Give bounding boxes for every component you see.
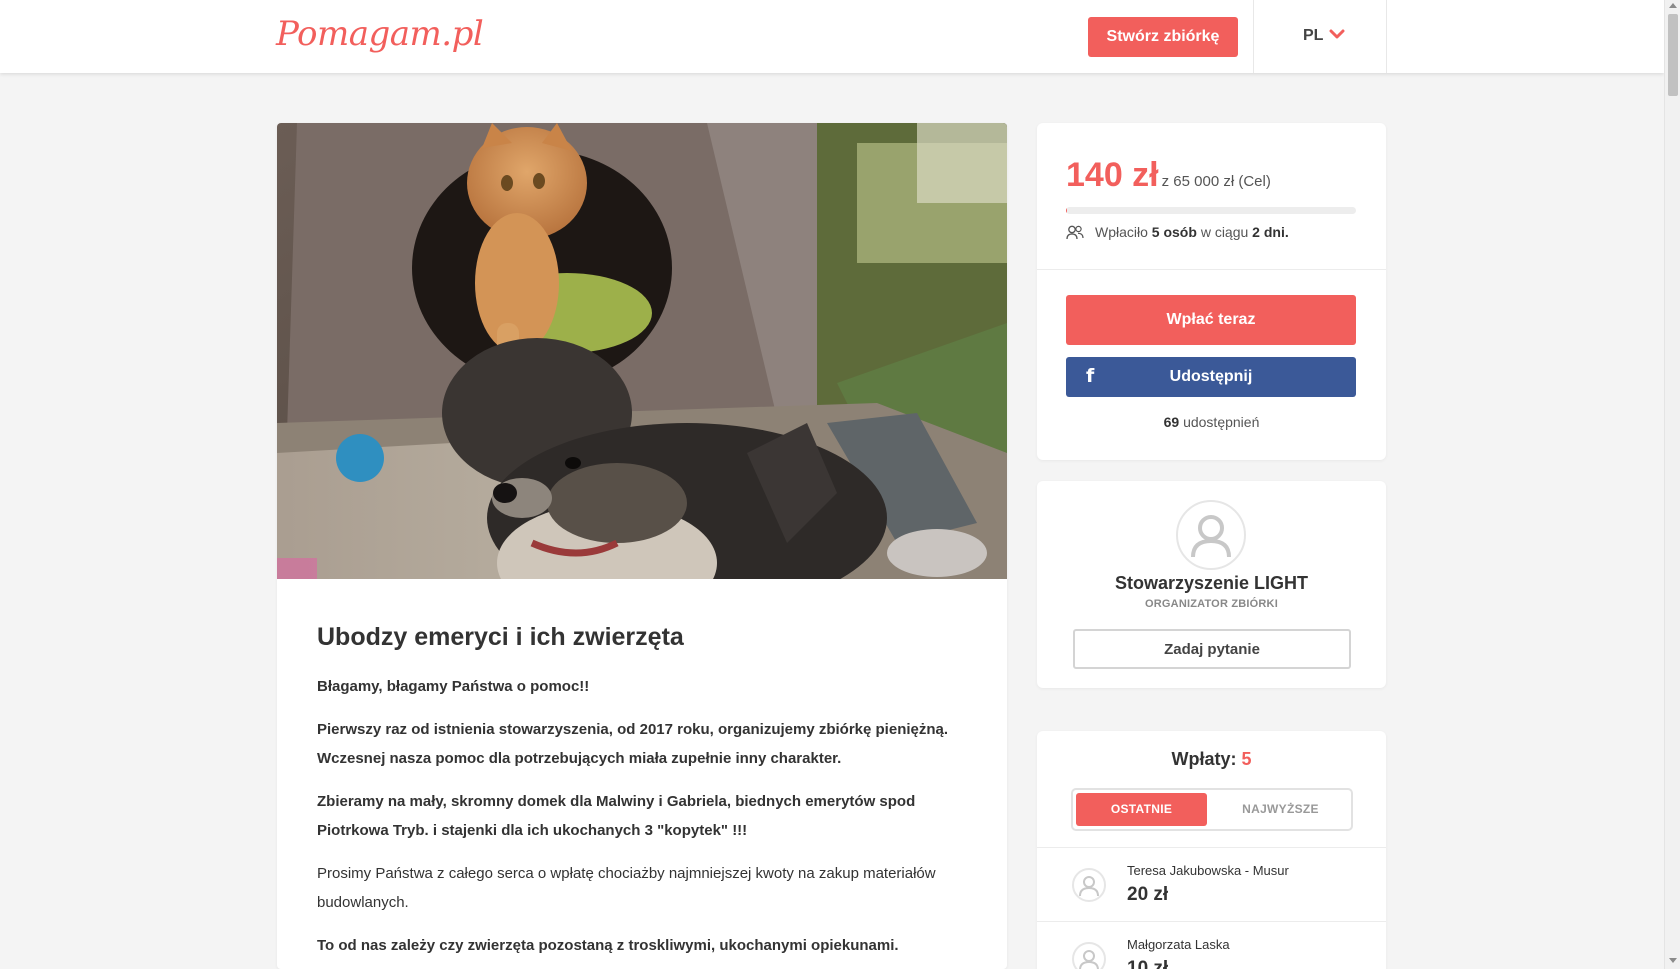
top-header: Pomagam.pl Stwórz zbiórkę PL [0, 0, 1664, 73]
user-avatar-icon [1079, 876, 1099, 897]
payments-title-label: Wpłaty: [1171, 749, 1237, 769]
scroll-down-arrow[interactable] [1669, 958, 1677, 963]
organizer-role: ORGANIZATOR ZBIÓRKI [1145, 598, 1278, 610]
shares-count: 69 udostępnień [1037, 414, 1386, 430]
chevron-down-icon[interactable] [1329, 28, 1345, 40]
facebook-share-button[interactable]: f Udostępnij [1066, 357, 1356, 397]
donors-mid: w ciągu [1200, 224, 1249, 240]
payment-row: Teresa Jakubowska - Musur 20 zł [1037, 847, 1386, 921]
funding-progress-fill [1066, 207, 1067, 214]
donor-avatar [1072, 868, 1106, 902]
tab-latest[interactable]: OSTATNIE [1076, 793, 1207, 826]
user-avatar-icon [1191, 515, 1231, 558]
donation-amount: 10 zł [1127, 958, 1169, 969]
language-selector[interactable]: PL [1253, 0, 1387, 73]
people-icon [1066, 225, 1084, 239]
funding-card: 140 zł z 65 000 zł (Cel) Wpłaciło 5 osób … [1037, 123, 1386, 460]
campaign-article: Ubodzy emeryci i ich zwierzęta Błagamy, … [317, 623, 957, 969]
goal-amount: z 65 000 zł (Cel) [1161, 173, 1271, 190]
organizer-name[interactable]: Stowarzyszenie LIGHT [1037, 573, 1386, 594]
organizer-card: Stowarzyszenie LIGHT ORGANIZATOR ZBIÓRKI… [1037, 481, 1386, 688]
donation-amount: 20 zł [1127, 884, 1169, 905]
article-paragraph: Prosimy Państwa z całego serca o wpłatę … [317, 865, 936, 911]
ask-question-button[interactable]: Zadaj pytanie [1073, 629, 1351, 669]
article-paragraph: Pierwszy raz od istnienia stowarzyszenia… [317, 721, 949, 767]
payments-count: 5 [1241, 749, 1252, 769]
donors-summary: Wpłaciło 5 osób w ciągu 2 dni. [1066, 224, 1289, 240]
campaign-photo [277, 123, 1007, 579]
article-paragraph: Błagamy, błagamy Państwa o pomoc!! [317, 678, 590, 695]
donors-prefix: Wpłaciło [1095, 224, 1148, 240]
share-button-label: Udostępnij [1169, 368, 1253, 385]
article-paragraph: To od nas zależy czy zwierzęta pozostaną… [317, 937, 899, 954]
language-label[interactable]: PL [1303, 27, 1323, 45]
donor-name: Teresa Jakubowska - Musur [1127, 863, 1289, 878]
article-paragraph: Zbieramy na mały, skromny domek dla Malw… [317, 793, 916, 839]
campaign-title: Ubodzy emeryci i ich zwierzęta [317, 623, 684, 651]
shares-label: udostępnień [1183, 414, 1260, 430]
facebook-icon: f [1086, 365, 1095, 387]
donors-count: 5 osób [1151, 224, 1197, 240]
scroll-up-arrow[interactable] [1669, 3, 1677, 8]
donor-avatar [1072, 942, 1106, 969]
pay-now-button[interactable]: Wpłać teraz [1066, 295, 1356, 345]
payment-row: Małgorzata Laska 10 zł [1037, 921, 1386, 969]
payments-card: Wpłaty: 5 OSTATNIE NAJWYŻSZE Teresa Jaku… [1037, 731, 1386, 969]
campaign-main-card: Ubodzy emeryci i ich zwierzęta Błagamy, … [277, 123, 1007, 969]
page-scrollbar[interactable] [1664, 0, 1680, 969]
user-avatar-icon [1079, 950, 1099, 969]
donors-days: 2 dni. [1252, 224, 1289, 240]
donor-name: Małgorzata Laska [1127, 937, 1230, 952]
funding-amount: 140 zł z 65 000 zł (Cel) [1066, 156, 1271, 195]
shares-number: 69 [1163, 414, 1180, 430]
site-logo[interactable]: Pomagam.pl [276, 14, 484, 54]
divider [1037, 269, 1386, 270]
raised-amount: 140 zł [1066, 156, 1159, 194]
tab-top[interactable]: NAJWYŻSZE [1212, 793, 1349, 826]
payments-tabs: OSTATNIE NAJWYŻSZE [1071, 788, 1353, 831]
create-fundraiser-button[interactable]: Stwórz zbiórkę [1088, 17, 1238, 57]
payments-title: Wpłaty: 5 [1037, 749, 1386, 770]
organizer-avatar [1176, 500, 1246, 570]
scroll-thumb[interactable] [1668, 14, 1678, 96]
funding-progress-bar [1066, 207, 1356, 214]
